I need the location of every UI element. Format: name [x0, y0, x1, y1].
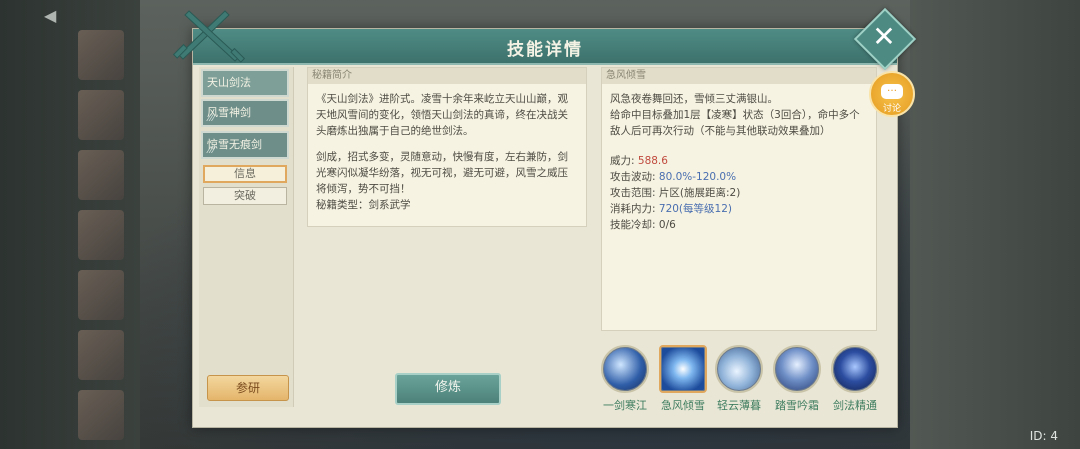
skill-yijian-hanjiang[interactable]: 一剑寒江	[599, 345, 651, 413]
background-thumbnail	[78, 90, 124, 140]
close-icon[interactable]: ✕	[869, 19, 899, 55]
skill-name: 剑法精通	[833, 399, 877, 412]
stat-value: 588.6	[637, 155, 668, 167]
background-thumbnail	[78, 150, 124, 200]
secret-intro-header: 秘籍简介	[308, 68, 586, 84]
tab-tianshan-sword[interactable]: 天山剑法	[201, 69, 289, 97]
subtab-breakthrough[interactable]: 突破	[203, 187, 287, 205]
stat-key: 消耗内力:	[610, 203, 656, 215]
rank-marks-icon: ⁄ ⁄ ⁄	[208, 146, 214, 156]
discuss-label: 讨论	[882, 104, 901, 114]
tab-jingxue-sword[interactable]: 惊雪无痕剑 ⁄ ⁄ ⁄	[201, 131, 289, 159]
id-label: ID: 4	[1029, 429, 1058, 443]
chat-bubble-icon: …	[881, 84, 903, 99]
skill-desc-line1: 风急夜卷舞回还，雪倾三丈满银山。	[610, 93, 778, 105]
tab-label: 风雪神剑	[207, 106, 251, 119]
background-thumbnail	[78, 270, 124, 320]
sword-ice-icon	[601, 345, 649, 393]
skill-taxue-yinshuang[interactable]: 踏雪吟霜	[771, 345, 823, 413]
skill-name: 一剑寒江	[603, 399, 647, 412]
stat-key: 攻击波动:	[610, 171, 656, 183]
discuss-button[interactable]: … 讨论	[869, 71, 915, 117]
cloud-icon	[715, 345, 763, 393]
background-right-panel	[910, 0, 1080, 449]
skill-stats: 威力: 588.6 攻击波动: 80.0%-120.0% 攻击范围: 片区(施展…	[610, 153, 868, 233]
tab-label: 惊雪无痕剑	[207, 138, 262, 151]
skill-jifeng-qingxue[interactable]: 急风倾雪	[657, 345, 709, 413]
crossed-swords-icon	[172, 10, 246, 63]
stat-row: 消耗内力: 720(每等级12)	[610, 201, 868, 217]
subtab-info[interactable]: 信息	[203, 165, 287, 183]
stat-row: 技能冷却: 0/6	[610, 217, 868, 233]
skill-detail-header: 急风倾雪	[602, 68, 876, 84]
skill-detail-panel: 急风倾雪 风急夜卷舞回还，雪倾三丈满银山。 给命中目标叠加1层【凌寒】状态（3回…	[601, 67, 877, 331]
stat-value: 0/6	[658, 219, 676, 231]
skill-desc-line2: 给命中目标叠加1层【凌寒】状态（3回合），命中多个敌人后可再次行动（不能与其他联…	[610, 109, 860, 137]
secret-intro-panel: 秘籍简介 《天山剑法》进阶式。凌雪十余年来屹立天山山巅，观天地风雪间的变化，领悟…	[307, 67, 587, 227]
background-thumbnail	[78, 210, 124, 260]
skill-tab-list: 天山剑法 风雪神剑 ⁄ ⁄ ⁄ 惊雪无痕剑 ⁄ ⁄ ⁄ 信息 突破	[199, 67, 294, 407]
tab-fengxue-sword[interactable]: 风雪神剑 ⁄ ⁄ ⁄	[201, 99, 289, 127]
dialog-title: 技能详情	[507, 40, 583, 60]
stat-key: 威力:	[610, 155, 635, 167]
swordsman-icon	[773, 345, 821, 393]
stat-value: 片区(施展距离:2)	[658, 187, 741, 199]
background-thumbnail	[78, 390, 124, 440]
snow-burst-icon	[659, 345, 707, 393]
skill-detail-dialog: 技能详情 ✕ 天山剑法 风雪神剑 ⁄ ⁄ ⁄ 惊雪无痕剑 ⁄ ⁄ ⁄ 信息 突破…	[172, 7, 917, 428]
tab-label: 天山剑法	[207, 76, 251, 89]
cultivate-button[interactable]: 修炼	[395, 373, 501, 405]
study-button[interactable]: 参研	[207, 375, 289, 401]
rank-marks-icon: ⁄ ⁄ ⁄	[208, 114, 214, 124]
skill-qingyun-bomu[interactable]: 轻云薄暮	[713, 345, 765, 413]
secret-type: 秘籍类型：剑系武学	[316, 199, 411, 211]
stat-value: 720(每等级12)	[658, 203, 732, 215]
secret-intro-para2: 剑成，招式多变，灵随意动，快慢有度，左右兼防，剑光寒闪似凝华纷落，视无可视，避无…	[316, 151, 568, 195]
back-arrow-icon[interactable]: ◀	[44, 6, 66, 25]
skill-name: 轻云薄暮	[717, 399, 761, 412]
background-thumbnail	[78, 330, 124, 380]
stat-row: 攻击范围: 片区(施展距离:2)	[610, 185, 868, 201]
background-sidebar	[0, 0, 140, 449]
skill-name: 急风倾雪	[661, 399, 705, 412]
stat-row: 威力: 588.6	[610, 153, 868, 169]
title-bar: 技能详情	[193, 29, 897, 65]
stat-key: 技能冷却:	[610, 219, 656, 231]
skill-jianfa-jingtong[interactable]: 剑法精通	[829, 345, 881, 413]
stat-key: 攻击范围:	[610, 187, 656, 199]
mastery-icon	[831, 345, 879, 393]
secret-intro-para1: 《天山剑法》进阶式。凌雪十余年来屹立天山山巅，观天地风雪间的变化，领悟天山剑法的…	[316, 93, 568, 137]
stat-row: 攻击波动: 80.0%-120.0%	[610, 169, 868, 185]
stat-value: 80.0%-120.0%	[658, 171, 737, 183]
background-thumbnail	[78, 30, 124, 80]
skill-name: 踏雪吟霜	[775, 399, 819, 412]
